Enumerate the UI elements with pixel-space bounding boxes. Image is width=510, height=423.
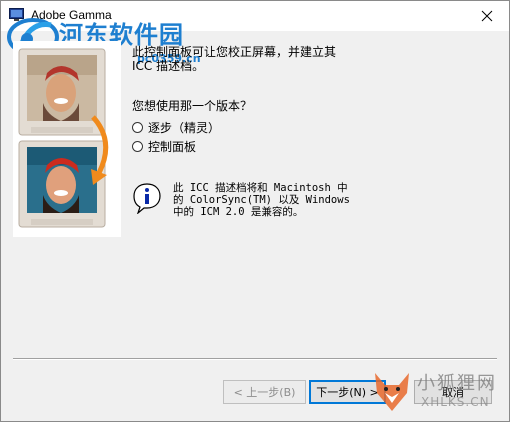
close-icon xyxy=(481,10,493,22)
separator xyxy=(13,358,497,360)
radio-control-panel[interactable] xyxy=(132,141,143,152)
radio-wizard[interactable] xyxy=(132,122,143,133)
intro-text: 此控制面板可让您校正屏幕，并建立其 ICC 描述档。 xyxy=(132,45,336,73)
intro-line-1: 此控制面板可让您校正屏幕，并建立其 xyxy=(132,45,337,59)
option-wizard-label[interactable]: 逐步（精灵） xyxy=(148,119,220,136)
monitor-bottom-image xyxy=(18,140,106,228)
option-control-panel[interactable]: 控制面板 xyxy=(132,138,196,155)
adobe-gamma-dialog: Adobe Gamma 河东软件园 pc0359.cn 此控制面板可让您校正屏幕… xyxy=(0,0,510,422)
info-line-1: 此 ICC 描述档将和 Macintosh 中 xyxy=(173,182,348,194)
watermark-bottom-right: 小狐狸网 XHLKS.CN xyxy=(369,365,509,423)
info-line-2: 的 ColorSync(TM) 以及 Windows xyxy=(173,194,350,206)
info-icon xyxy=(133,183,161,214)
option-control-panel-label[interactable]: 控制面板 xyxy=(148,138,196,155)
fox-logo-icon xyxy=(375,373,409,411)
compatibility-info: 此 ICC 描述档将和 Macintosh 中 的 ColorSync(TM) … xyxy=(173,182,350,218)
back-button[interactable]: < 上一步(B) xyxy=(223,380,306,404)
gamma-illustration xyxy=(13,41,121,237)
close-button[interactable] xyxy=(465,1,509,31)
watermark-br-text: 小狐狸网 xyxy=(417,373,497,394)
intro-line-2: ICC 描述档。 xyxy=(132,59,205,73)
option-wizard[interactable]: 逐步（精灵） xyxy=(132,119,220,136)
watermark-br-url: XHLKS.CN xyxy=(421,395,490,409)
monitor-top-image xyxy=(18,48,106,136)
info-line-3: 中的 ICM 2.0 是兼容的。 xyxy=(173,206,304,218)
version-question: 您想使用那一个版本？ xyxy=(132,99,253,113)
